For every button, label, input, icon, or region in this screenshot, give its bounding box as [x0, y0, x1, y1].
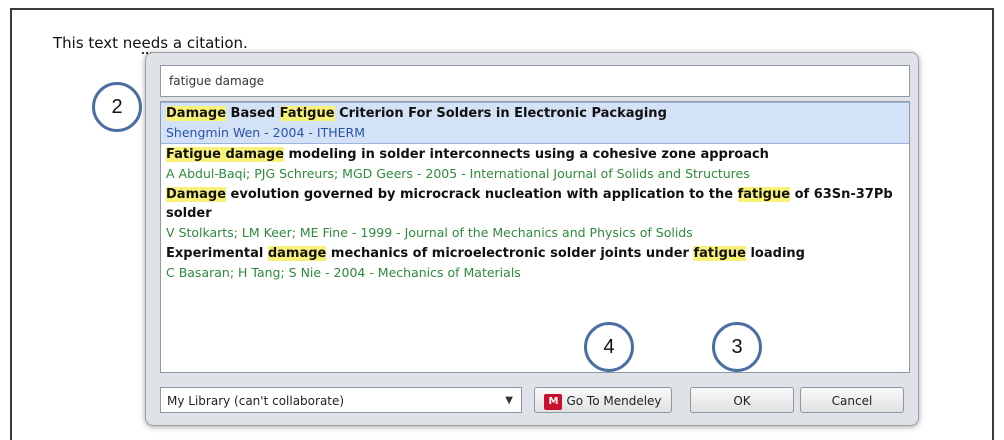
result-meta: A Abdul-Baqi; PJG Schreurs; MGD Geers - … [166, 166, 750, 181]
search-term-highlight: Fatigue [279, 106, 335, 121]
search-term-highlight: fatigue [737, 187, 791, 202]
callout-2: 2 [92, 82, 142, 132]
search-term-highlight: Fatigue damage [166, 147, 284, 162]
result-title: Experimental damage mechanics of microel… [166, 244, 903, 263]
result-title: Fatigue damage modeling in solder interc… [166, 145, 903, 164]
callout-4: 4 [584, 322, 634, 372]
results-list[interactable]: Damage Based Fatigue Criterion For Solde… [160, 101, 910, 373]
result-title-text: Based [226, 106, 280, 121]
result-meta: Shengmin Wen - 2004 - ITHERM [166, 125, 366, 140]
result-title-text: mechanics of microelectronic solder join… [326, 246, 694, 261]
callout-3: 3 [712, 322, 762, 372]
go-to-mendeley-label: Go To Mendeley [566, 394, 662, 408]
search-term-highlight: Damage [166, 106, 227, 121]
result-title-text: loading [745, 246, 805, 261]
result-title: Damage evolution governed by microcrack … [166, 185, 903, 223]
search-term-highlight: fatigue [693, 246, 746, 261]
result-item[interactable]: Fatigue damage modeling in solder interc… [161, 144, 909, 184]
library-select-value: My Library (can't collaborate) [167, 394, 345, 408]
result-item[interactable]: Damage evolution governed by microcrack … [161, 184, 909, 243]
document-text-start: This text ne [53, 34, 142, 52]
library-select[interactable]: My Library (can't collaborate) ▼ [160, 387, 522, 413]
result-title-text: Experimental [166, 246, 268, 261]
cancel-button[interactable]: Cancel [800, 387, 904, 413]
result-meta: V Stolkarts; LM Keer; ME Fine - 1999 - J… [166, 225, 693, 240]
dialog-button-bar: My Library (can't collaborate) ▼ M Go To … [160, 387, 908, 417]
citation-placeholder-text[interactable]: eds a citation. [141, 34, 248, 54]
go-to-mendeley-button[interactable]: M Go To Mendeley [534, 387, 672, 413]
result-item[interactable]: Experimental damage mechanics of microel… [161, 243, 909, 283]
mendeley-logo-icon: M [544, 393, 563, 410]
result-item[interactable]: Damage Based Fatigue Criterion For Solde… [161, 102, 909, 144]
result-title-text: modeling in solder interconnects using a… [283, 147, 769, 162]
search-term-highlight: Damage [166, 187, 227, 202]
ok-button[interactable]: OK [690, 387, 794, 413]
result-title: Damage Based Fatigue Criterion For Solde… [166, 104, 903, 123]
result-title-text: evolution governed by microcrack nucleat… [226, 187, 738, 202]
result-title-text: Criterion For Solders in Electronic Pack… [334, 106, 667, 121]
search-term-highlight: damage [267, 246, 327, 261]
citation-dialog: fatigue damage Damage Based Fatigue Crit… [145, 52, 919, 426]
result-meta: C Basaran; H Tang; S Nie - 2004 - Mechan… [166, 265, 521, 280]
dropdown-arrow-icon[interactable]: ▼ [505, 388, 513, 414]
document-text[interactable]: This text needs a citation. [53, 34, 248, 54]
search-input[interactable]: fatigue damage [160, 65, 910, 97]
